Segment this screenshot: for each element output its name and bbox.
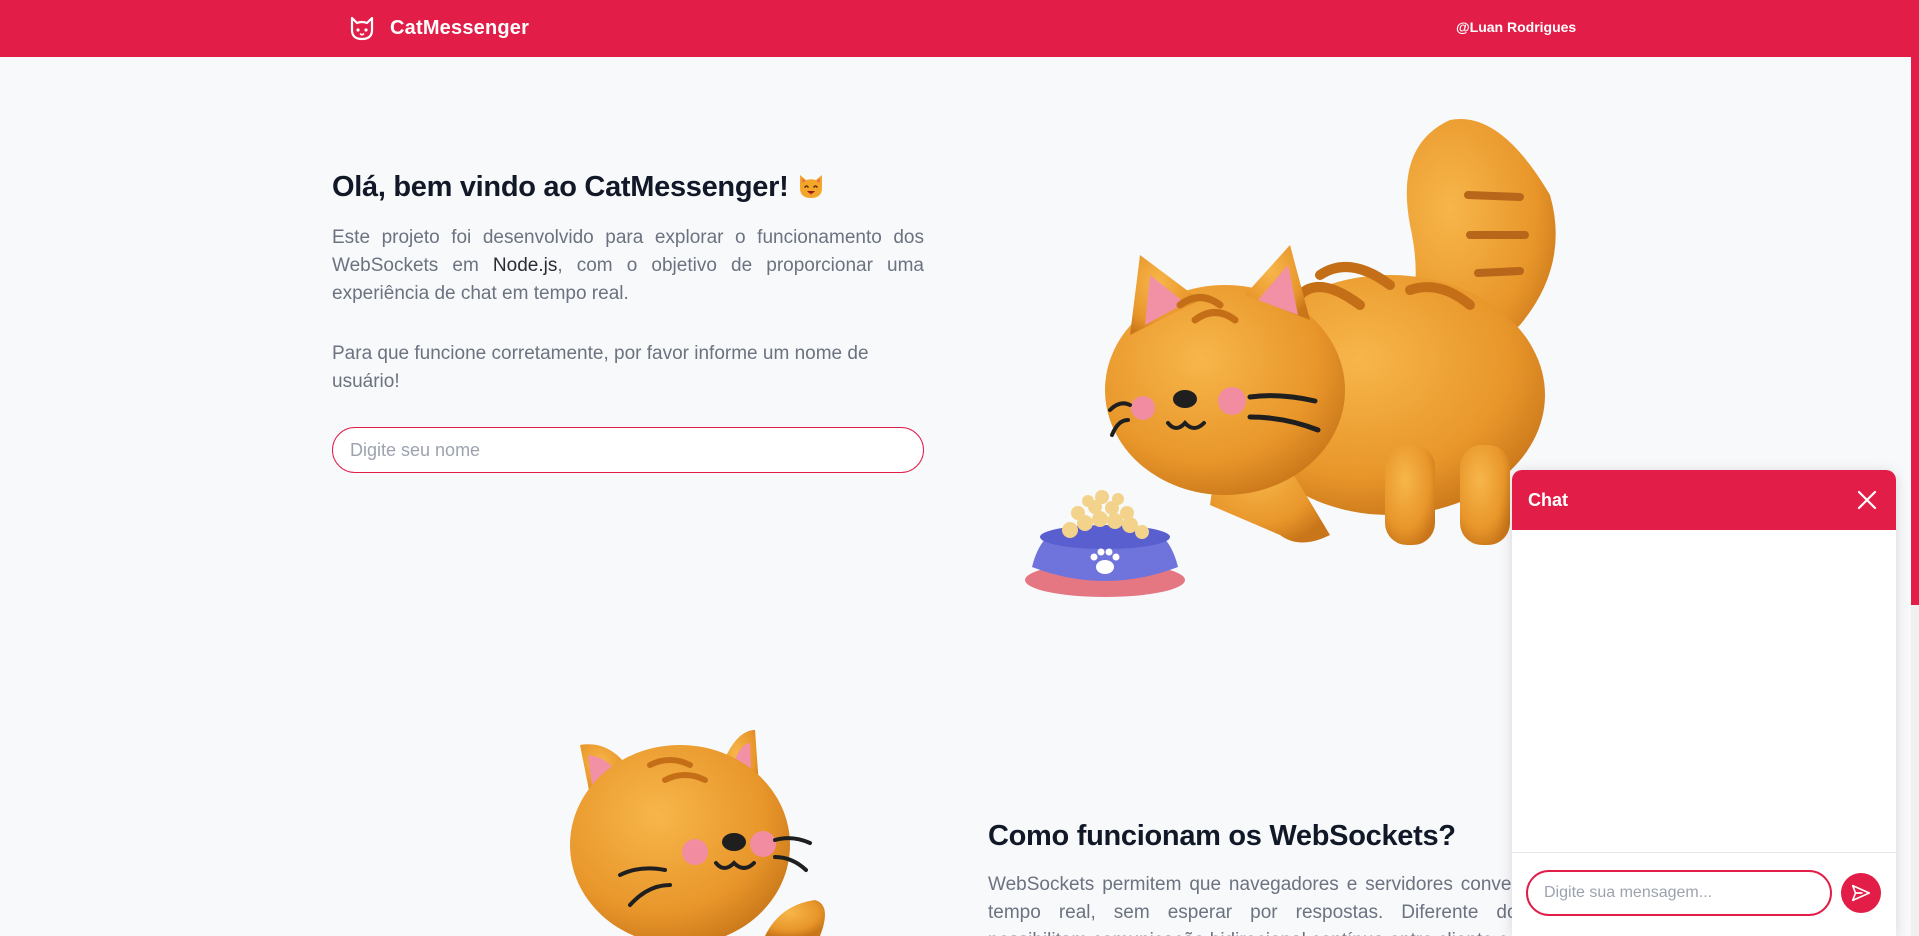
- chat-messages-area[interactable]: [1512, 530, 1896, 852]
- cat-face-icon: [350, 16, 374, 41]
- send-button[interactable]: [1841, 873, 1881, 913]
- cat-emoji-icon: [800, 175, 823, 198]
- hero-title-text: Olá, bem vindo ao CatMessenger!: [332, 171, 789, 203]
- message-input[interactable]: [1526, 870, 1832, 916]
- username-instruction: Para que funcione corretamente, por favo…: [332, 343, 869, 392]
- close-icon[interactable]: [1856, 489, 1878, 511]
- chat-title: Chat: [1528, 490, 1568, 510]
- username-input[interactable]: [332, 427, 924, 473]
- send-icon: [1851, 884, 1871, 902]
- user-handle[interactable]: @Luan Rodrigues: [1456, 19, 1576, 35]
- chat-header: Chat: [1512, 470, 1896, 530]
- chat-widget: Chat: [1512, 470, 1896, 936]
- scrollbar-thumb[interactable]: [1911, 57, 1919, 605]
- intro-paragraph: Este projeto foi desenvolvido para explo…: [332, 224, 924, 308]
- chat-footer: [1512, 852, 1896, 936]
- brand[interactable]: CatMessenger: [348, 14, 529, 42]
- cat-waving-illustration: [570, 730, 825, 936]
- cat-eating-illustration: [1025, 118, 1556, 597]
- websockets-section-title: Como funcionam os WebSockets?: [988, 820, 1456, 852]
- intro-text-nodejs: Node.js: [492, 255, 558, 276]
- websockets-section-paragraph: WebSockets permitem que navegadores e se…: [988, 874, 1588, 936]
- top-navbar: CatMessenger @Luan Rodrigues: [0, 0, 1919, 57]
- hero-title: Olá, bem vindo ao CatMessenger!: [332, 170, 932, 204]
- brand-name: CatMessenger: [390, 16, 530, 39]
